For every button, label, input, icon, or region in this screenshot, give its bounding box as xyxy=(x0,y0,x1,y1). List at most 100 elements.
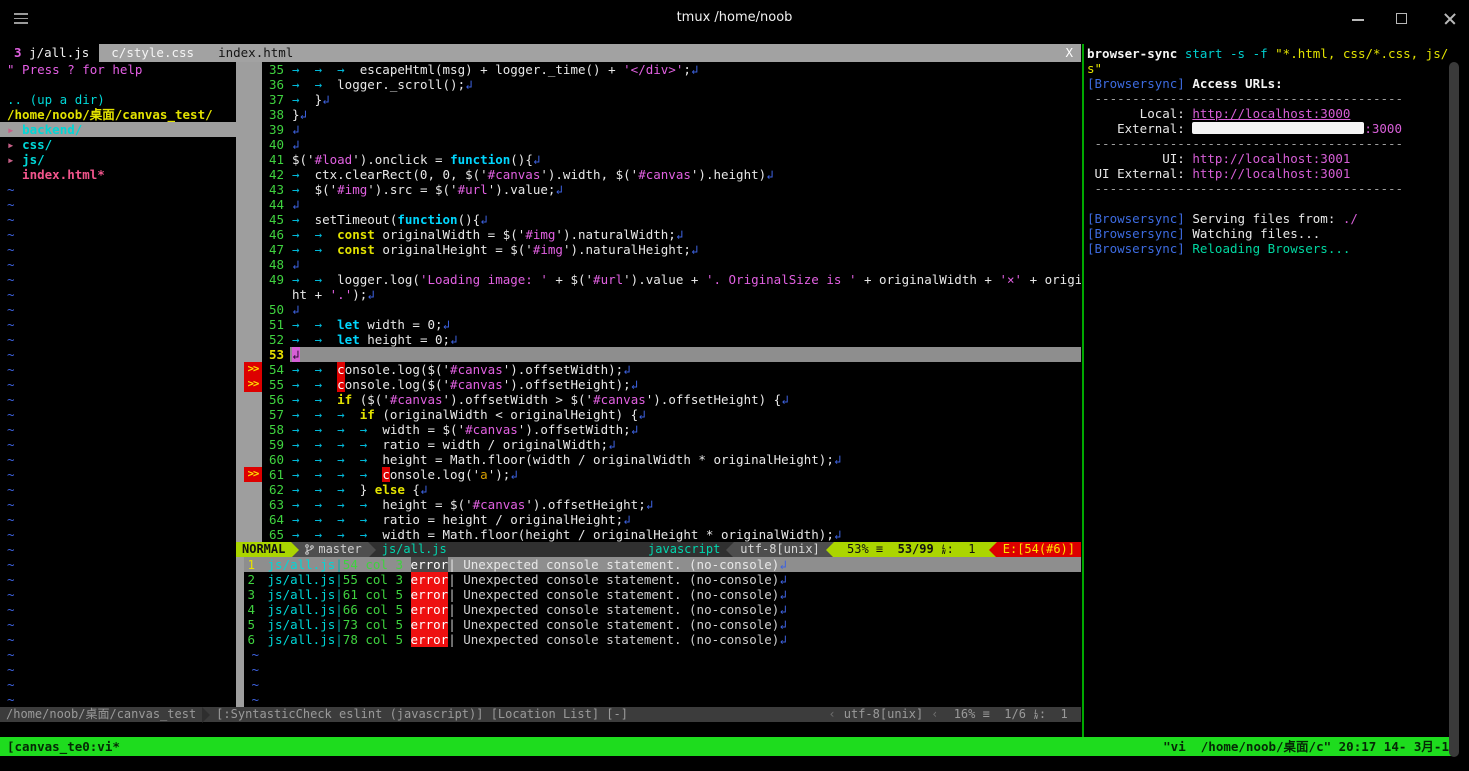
tab-indexhtml[interactable]: index.html xyxy=(206,44,305,62)
code-text: → → let height = 0;↲ xyxy=(290,332,1081,347)
sign-column xyxy=(244,77,262,92)
empty-line-tilde: ~ xyxy=(0,407,236,422)
empty-line-tilde: ~ xyxy=(0,317,236,332)
airline-statusline: NORMAL master js/all.js javascript utf-8… xyxy=(236,542,1081,557)
code-line-55[interactable]: >>55→ → console.log($('#canvas').offsetH… xyxy=(236,377,1081,392)
window-title: tmux /home/noob xyxy=(0,10,1469,25)
sign-column xyxy=(244,182,262,197)
code-line-36[interactable]: 36→ → logger._scroll();↲ xyxy=(236,77,1081,92)
vim-tabline: 3 j/all.js c/style.css index.html X xyxy=(0,44,1081,62)
code-text: → → → escapeHtml(msg) + logger._time() +… xyxy=(290,62,1081,77)
sign-column xyxy=(244,332,262,347)
code-line-46[interactable]: 46→ → const originalWidth = $('#img').na… xyxy=(236,227,1081,242)
minimize-button[interactable] xyxy=(1352,10,1372,28)
line-number: 64 xyxy=(262,512,290,527)
code-text: $('#load').onclick = function(){↲ xyxy=(290,152,1081,167)
code-line-37[interactable]: 37→ }↲ xyxy=(236,92,1081,107)
loclist-entry-2[interactable]: 2 js/all.js|55 col 3 error| Unexpected c… xyxy=(236,572,1081,587)
terminal-pane[interactable]: browser-sync start -s -f "*.html, css/*.… xyxy=(1087,46,1449,736)
code-line-48[interactable]: 48↲ xyxy=(236,257,1081,272)
empty-line-tilde: ~ xyxy=(0,332,236,347)
code-line-49[interactable]: 49→ → logger.log('Loading image: ' + $('… xyxy=(236,272,1081,287)
close-button[interactable] xyxy=(1440,10,1460,28)
code-line-51[interactable]: 51→ → let width = 0;↲ xyxy=(236,317,1081,332)
code-line-59[interactable]: 59→ → → → ratio = width / originalWidth;… xyxy=(236,437,1081,452)
filetype-indicator: javascript xyxy=(642,542,726,557)
terminal-output-line: External: :3000 xyxy=(1087,121,1449,136)
airline-separator xyxy=(989,542,997,558)
sign-column xyxy=(244,92,262,107)
editor-pane[interactable]: 35→ → → escapeHtml(msg) + logger._time()… xyxy=(236,62,1081,542)
terminal-output-line: [Browsersync] Watching files... xyxy=(1087,226,1449,241)
line-number: 49 xyxy=(262,272,290,287)
loclist-entry-3[interactable]: 3 js/all.js|61 col 5 error| Unexpected c… xyxy=(236,587,1081,602)
code-line-43[interactable]: 43→ $('#img').src = $('#url').value;↲ xyxy=(236,182,1081,197)
git-branch-icon xyxy=(305,544,314,555)
code-line-45[interactable]: 45→ setTimeout(function(){↲ xyxy=(236,212,1081,227)
code-line-39[interactable]: 39↲ xyxy=(236,122,1081,137)
tmux-session-window[interactable]: [canvas_te0:vi* xyxy=(7,737,120,756)
terminal-output-line: UI External: http://localhost:3001 xyxy=(1087,166,1449,181)
terminal-scrollbar[interactable] xyxy=(1449,62,1459,757)
code-line-47[interactable]: 47→ → const originalHeight = $('#img').n… xyxy=(236,242,1081,257)
loclist-entry-6[interactable]: 6 js/all.js|78 col 5 error| Unexpected c… xyxy=(236,632,1081,647)
code-line-44[interactable]: 44↲ xyxy=(236,197,1081,212)
code-line-56[interactable]: 56→ → if ($('#canvas').offsetWidth > $('… xyxy=(236,392,1081,407)
code-line-41[interactable]: 41$('#load').onclick = function(){↲ xyxy=(236,152,1081,167)
tree-item-css[interactable]: ▸ css/ xyxy=(0,137,236,152)
code-line-57[interactable]: 57→ → → if (originalWidth < originalHeig… xyxy=(236,407,1081,422)
tree-item-indexhtml[interactable]: index.html* xyxy=(0,167,236,182)
code-line-54[interactable]: >>54→ → console.log($('#canvas').offsetW… xyxy=(236,362,1081,377)
line-number: 47 xyxy=(262,242,290,257)
airline-separator xyxy=(368,542,376,558)
maximize-button[interactable] xyxy=(1396,10,1416,28)
line-number: 36 xyxy=(262,77,290,92)
empty-line-tilde: ~ xyxy=(0,587,236,602)
tmux-clock-title: "vi /home/noob/桌面/c" 20:17 14- 3月-1 xyxy=(1163,737,1449,756)
error-sign: >> xyxy=(244,377,262,392)
tabline-close-button[interactable]: X xyxy=(1057,44,1081,62)
sign-column xyxy=(244,347,262,362)
line-number: 48 xyxy=(262,257,290,272)
statusline-path: /home/noob/桌面/canvas_test xyxy=(0,707,202,722)
line-number: 43 xyxy=(262,182,290,197)
code-line-61[interactable]: >>61→ → → → console.log('a');↲ xyxy=(236,467,1081,482)
code-line-58[interactable]: 58→ → → → width = $('#canvas').offsetWid… xyxy=(236,422,1081,437)
cursor-position-segment: 53% ≡ 53/99 LN: 1 xyxy=(834,542,989,557)
sign-column xyxy=(244,227,262,242)
code-text: → → → → console.log('a');↲ xyxy=(290,467,1081,482)
loclist-entry-4[interactable]: 4 js/all.js|66 col 5 error| Unexpected c… xyxy=(236,602,1081,617)
code-line-64[interactable]: 64→ → → → ratio = height / originalHeigh… xyxy=(236,512,1081,527)
terminal-output-line: ----------------------------------------… xyxy=(1087,136,1449,151)
code-text: → setTimeout(function(){↲ xyxy=(290,212,1081,227)
location-list-pane: 1 js/all.js|54 col 3 error| Unexpected c… xyxy=(236,557,1081,707)
code-line-42[interactable]: 42→ ctx.clearRect(0, 0, $('#canvas').wid… xyxy=(236,167,1081,182)
code-text: → }↲ xyxy=(290,92,1081,107)
empty-line-tilde: ~ xyxy=(0,347,236,362)
code-line-wrap[interactable]: ht + '.');↲ xyxy=(236,287,1081,302)
line-number: 41 xyxy=(262,152,290,167)
empty-line-tilde: ~ xyxy=(0,632,236,647)
empty-line-tilde: ~ xyxy=(236,677,1081,692)
tab-stylecss[interactable]: c/style.css xyxy=(99,44,206,62)
tmux-pane-divider[interactable] xyxy=(1082,44,1084,737)
empty-line-tilde: ~ xyxy=(0,527,236,542)
code-line-38[interactable]: 38}↲ xyxy=(236,107,1081,122)
tree-item-js[interactable]: ▸ js/ xyxy=(0,152,236,167)
loclist-entry-5[interactable]: 5 js/all.js|73 col 5 error| Unexpected c… xyxy=(236,617,1081,632)
code-line-50[interactable]: 50↲ xyxy=(236,302,1081,317)
code-line-65[interactable]: 65→ → → → width = Math.floor(height / or… xyxy=(236,527,1081,542)
line-number: 54 xyxy=(262,362,290,377)
nerdtree-up-dir[interactable]: .. (up a dir) xyxy=(0,92,236,107)
code-line-63[interactable]: 63→ → → → height = $('#canvas').offsetHe… xyxy=(236,497,1081,512)
code-line-60[interactable]: 60→ → → → height = Math.floor(width / or… xyxy=(236,452,1081,467)
code-line-35[interactable]: 35→ → → escapeHtml(msg) + logger._time()… xyxy=(236,62,1081,77)
code-line-53[interactable]: 53↲ xyxy=(236,347,1081,362)
loclist-entry-1[interactable]: 1 js/all.js|54 col 3 error| Unexpected c… xyxy=(236,557,1081,572)
code-line-52[interactable]: 52→ → let height = 0;↲ xyxy=(236,332,1081,347)
code-line-40[interactable]: 40↲ xyxy=(236,137,1081,152)
code-line-62[interactable]: 62→ → → } else {↲ xyxy=(236,482,1081,497)
tree-item-backend[interactable]: ▸ backend/ xyxy=(0,122,236,137)
empty-line-tilde: ~ xyxy=(0,647,236,662)
tab-active-alljs[interactable]: 3 j/all.js xyxy=(0,44,99,62)
